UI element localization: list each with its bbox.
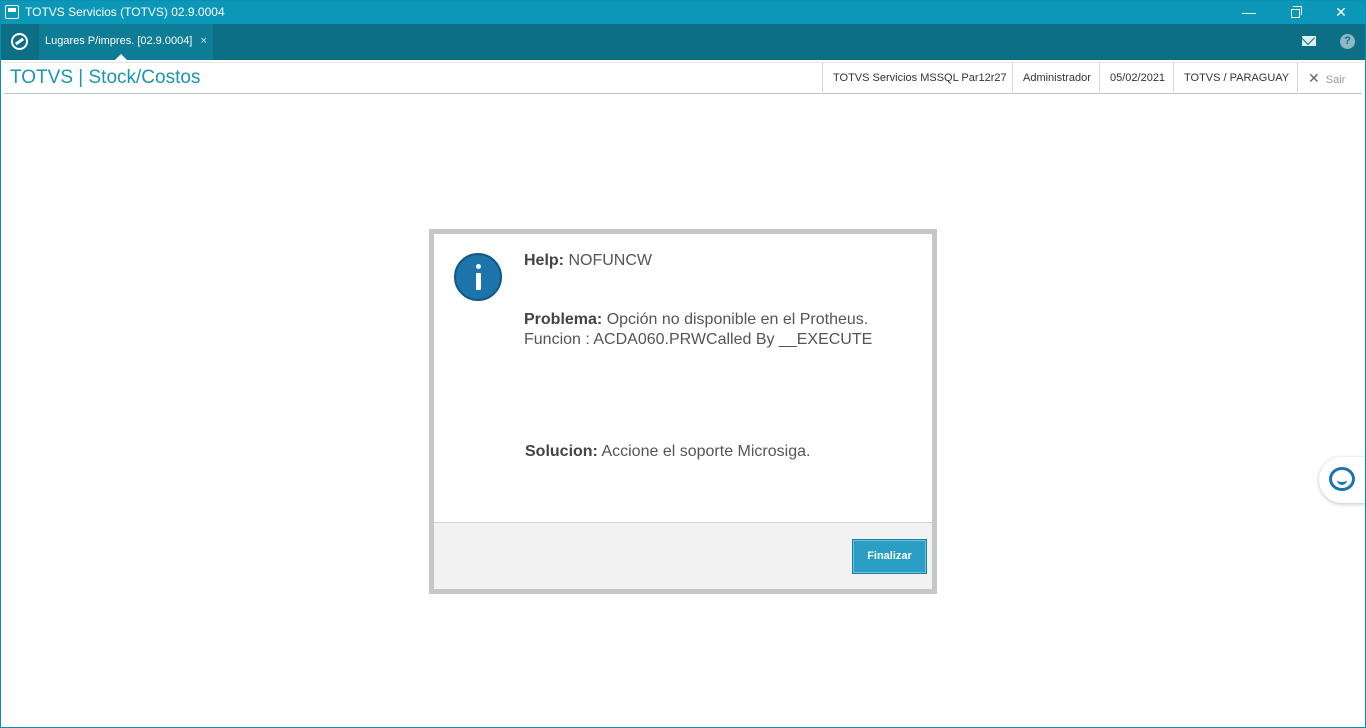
- module-header: TOTVS | Stock/Costos TOTVS Servicios MSS…: [4, 62, 1362, 94]
- tab-lugares-pimpres[interactable]: Lugares P/impres. [02.9.0004] ×: [39, 24, 213, 60]
- chat-assistant-button[interactable]: [1319, 457, 1365, 503]
- chat-assistant-icon: [1329, 467, 1355, 491]
- window-title: TOTVS Servicios (TOTVS) 02.9.0004: [25, 5, 225, 19]
- problem-label: Problema:: [524, 311, 603, 328]
- logout-label: Sair: [1325, 74, 1346, 86]
- solution-text: Solucion: Accione el soporte Microsiga.: [525, 443, 810, 461]
- tab-label: Lugares P/impres. [02.9.0004]: [45, 35, 193, 47]
- minimize-button[interactable]: —: [1226, 1, 1272, 24]
- company-info[interactable]: TOTVS / PARAGUAY: [1173, 63, 1299, 94]
- date-info[interactable]: 05/02/2021: [1099, 63, 1175, 94]
- problem-value: Opción no disponible en el Protheus.: [606, 311, 869, 328]
- solution-label: Solucion:: [525, 443, 598, 460]
- tab-close-icon[interactable]: ×: [200, 35, 206, 47]
- help-icon[interactable]: ?: [1340, 34, 1355, 49]
- user-info[interactable]: Administrador: [1012, 63, 1101, 94]
- active-tab-indicator: [115, 54, 127, 60]
- help-code: Help: NOFUNCW: [524, 252, 652, 270]
- module-title: TOTVS | Stock/Costos: [10, 67, 201, 88]
- finalize-button[interactable]: Finalizar: [852, 539, 927, 574]
- maximize-button[interactable]: [1272, 1, 1318, 24]
- tab-bar: Lugares P/impres. [02.9.0004] × ?: [1, 24, 1365, 60]
- app-window: TOTVS Servicios (TOTVS) 02.9.0004 — ✕ Lu…: [0, 0, 1366, 728]
- info-icon: [454, 253, 502, 301]
- help-value: NOFUNCW: [568, 252, 652, 269]
- title-bar: TOTVS Servicios (TOTVS) 02.9.0004 — ✕: [1, 1, 1365, 24]
- problem-text: Problema: Opción no disponible en el Pro…: [524, 310, 872, 350]
- dialog-footer: Finalizar: [434, 522, 932, 589]
- help-dialog: Help: NOFUNCW Problema: Opción no dispon…: [429, 229, 937, 594]
- problem-function: Funcion : ACDA060.PRWCalled By __EXECUTE: [524, 331, 873, 348]
- logout-button[interactable]: ✕ Sair: [1297, 63, 1362, 94]
- totvs-logo-icon[interactable]: [11, 33, 28, 50]
- restore-icon: [1290, 6, 1302, 18]
- mail-icon[interactable]: [1302, 36, 1316, 46]
- window-icon: [5, 5, 19, 19]
- solution-value: Accione el soporte Microsiga.: [601, 443, 811, 460]
- close-icon: ✕: [1308, 70, 1320, 86]
- help-label: Help:: [524, 252, 564, 269]
- server-info[interactable]: TOTVS Servicios MSSQL Par12r27: [822, 63, 1017, 94]
- close-button[interactable]: ✕: [1318, 1, 1364, 24]
